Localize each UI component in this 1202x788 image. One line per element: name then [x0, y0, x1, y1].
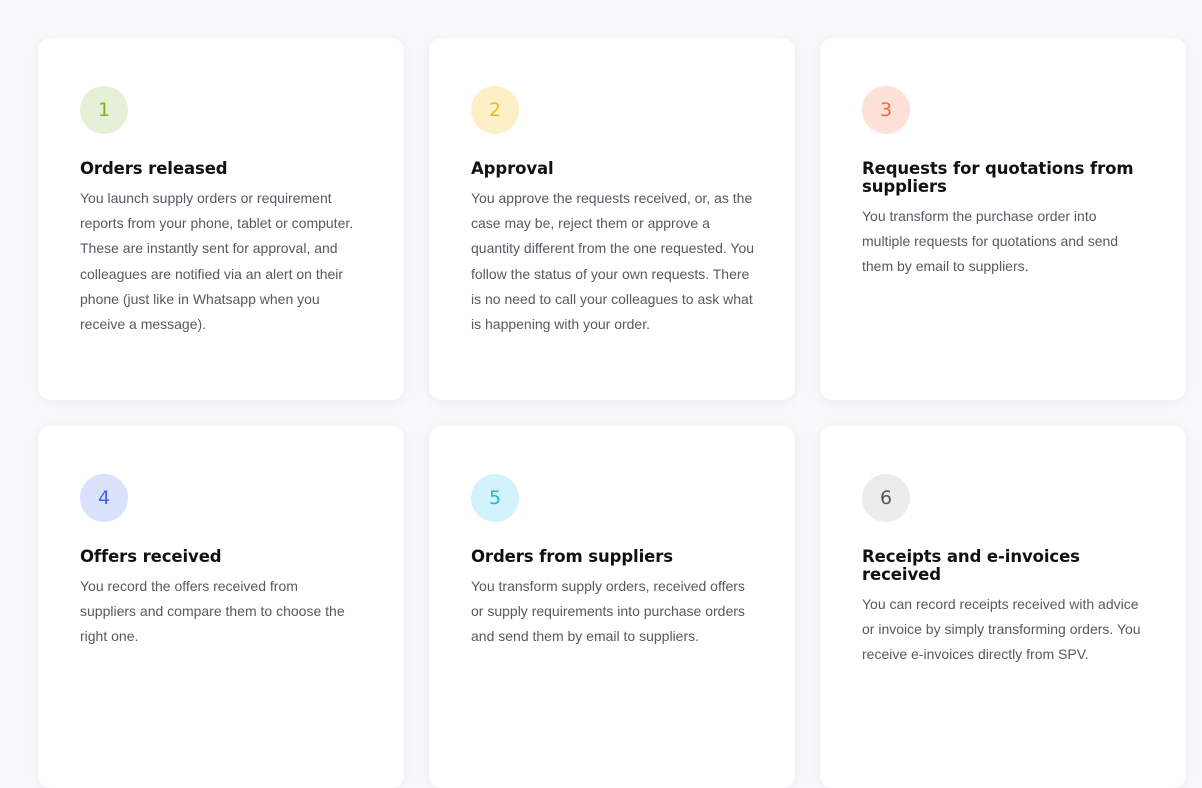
step-number: 3	[879, 99, 893, 121]
step-card-requests-for-quotations: 3 Requests for quotations from suppliers…	[820, 38, 1186, 400]
step-card-receipts-and-e-invoices: 6 Receipts and e-invoices received You c…	[820, 426, 1186, 788]
step-number-badge: 4	[80, 474, 128, 522]
step-number-badge: 6	[862, 474, 910, 522]
step-card-offers-received: 4 Offers received You record the offers …	[38, 426, 404, 788]
step-title: Orders released	[80, 159, 228, 178]
step-number-badge: 1	[80, 86, 128, 134]
step-title: Receipts and e-invoices received	[862, 547, 1080, 584]
step-number: 6	[879, 487, 893, 509]
step-description: You can record receipts received with ad…	[862, 596, 1141, 663]
step-card-orders-released: 1 Orders released You launch supply orde…	[38, 38, 404, 400]
step-card-orders-from-suppliers: 5 Orders from suppliers You transform su…	[429, 426, 795, 788]
step-number: 5	[488, 487, 502, 509]
step-description: You approve the requests received, or, a…	[471, 190, 755, 333]
step-description: You launch supply orders or requirement …	[80, 190, 354, 333]
step-description: You transform the purchase order into mu…	[862, 208, 1119, 275]
step-title: Approval	[471, 159, 554, 178]
step-card-approval: 2 Approval You approve the requests rece…	[429, 38, 795, 400]
step-title: Requests for quotations from suppliers	[862, 159, 1134, 196]
step-number-badge: 3	[862, 86, 910, 134]
step-description: You record the offers received from supp…	[80, 578, 345, 645]
step-number: 1	[97, 99, 111, 121]
step-description: You transform supply orders, received of…	[471, 578, 745, 645]
step-number: 4	[97, 487, 111, 509]
step-number: 2	[488, 99, 502, 121]
step-number-badge: 5	[471, 474, 519, 522]
steps-grid: 1 Orders released You launch supply orde…	[38, 38, 1186, 788]
step-number-badge: 2	[471, 86, 519, 134]
step-title: Orders from suppliers	[471, 547, 674, 566]
step-title: Offers received	[80, 547, 222, 566]
